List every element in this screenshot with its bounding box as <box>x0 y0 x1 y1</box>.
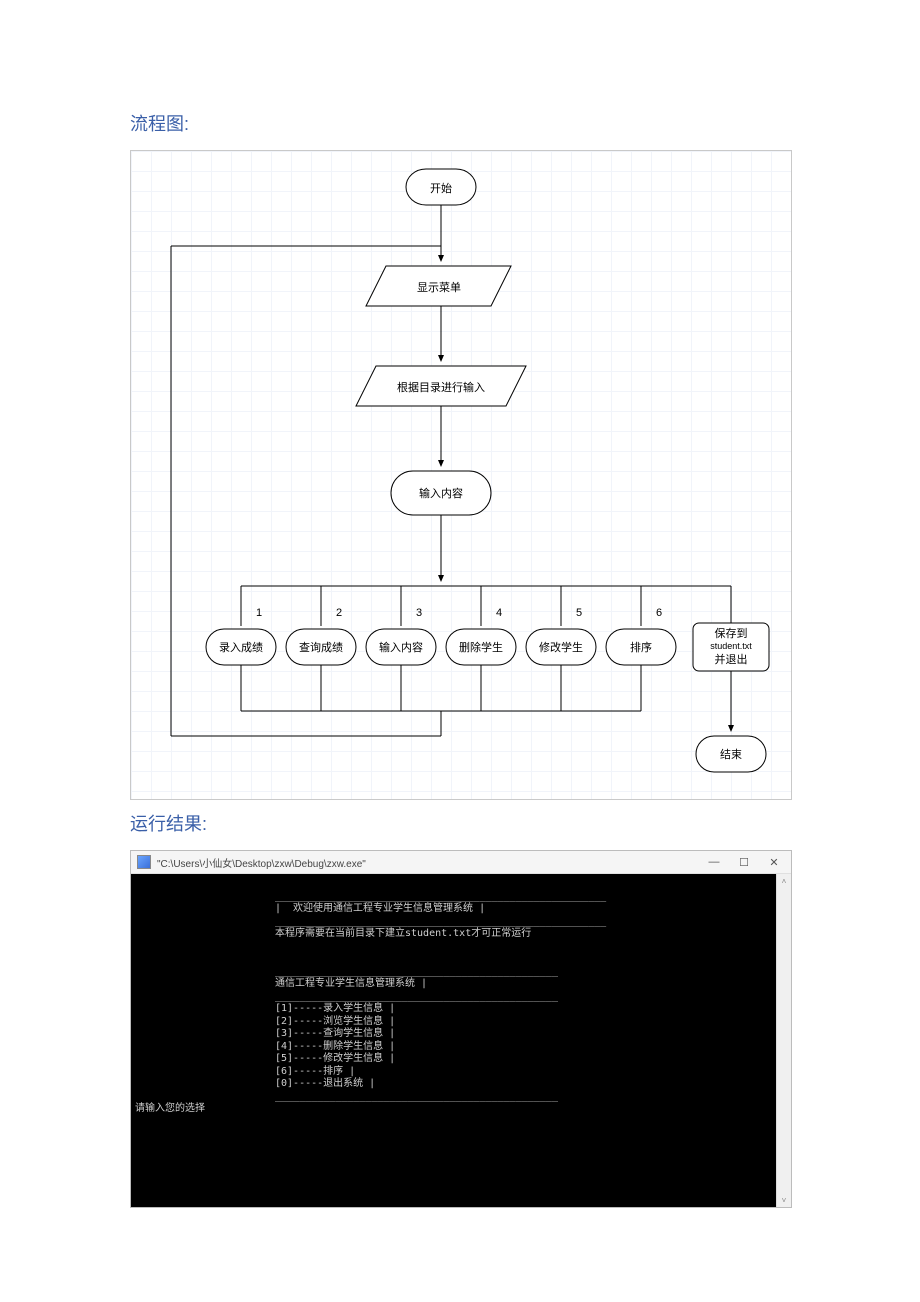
minimize-button[interactable]: — <box>699 851 729 873</box>
svg-text:删除学生: 删除学生 <box>459 640 503 654</box>
svg-text:student.txt: student.txt <box>710 641 752 651</box>
console-output: ________________________________________… <box>131 874 776 1207</box>
svg-text:修改学生: 修改学生 <box>539 640 583 654</box>
app-icon <box>137 855 151 869</box>
svg-text:查询成绩: 查询成绩 <box>299 640 343 654</box>
svg-text:3: 3 <box>416 607 422 619</box>
scroll-up-icon[interactable]: ˄ <box>777 874 791 888</box>
svg-text:根据目录进行输入: 根据目录进行输入 <box>397 380 485 394</box>
svg-text:排序: 排序 <box>630 640 652 654</box>
window-title: "C:\Users\小仙女\Desktop\zxw\Debug\zxw.exe" <box>157 855 699 870</box>
svg-text:输入内容: 输入内容 <box>419 486 463 500</box>
svg-text:并退出: 并退出 <box>715 652 748 666</box>
svg-text:结束: 结束 <box>720 748 742 761</box>
window-titlebar: "C:\Users\小仙女\Desktop\zxw\Debug\zxw.exe"… <box>131 851 791 874</box>
svg-text:录入成绩: 录入成绩 <box>219 641 263 654</box>
svg-text:输入内容: 输入内容 <box>379 640 423 654</box>
flowchart-diagram: 开始 显示菜单 根据目录进行输入 输入内容 1 2 3 4 <box>130 150 792 800</box>
maximize-button[interactable]: ☐ <box>729 851 759 873</box>
console-window: "C:\Users\小仙女\Desktop\zxw\Debug\zxw.exe"… <box>130 850 792 1208</box>
svg-text:开始: 开始 <box>430 181 452 195</box>
svg-text:1: 1 <box>256 607 262 619</box>
vertical-scrollbar[interactable]: ˄ ˅ <box>776 874 791 1207</box>
svg-text:保存到: 保存到 <box>715 626 748 640</box>
close-button[interactable]: ✕ <box>759 851 789 873</box>
svg-text:5: 5 <box>576 607 582 619</box>
flowchart-heading: 流程图: <box>130 110 790 136</box>
svg-text:4: 4 <box>496 607 502 619</box>
result-heading: 运行结果: <box>130 810 790 836</box>
svg-text:2: 2 <box>336 607 342 619</box>
scroll-down-icon[interactable]: ˅ <box>777 1193 791 1207</box>
svg-text:6: 6 <box>656 607 662 619</box>
svg-text:显示菜单: 显示菜单 <box>417 281 461 294</box>
